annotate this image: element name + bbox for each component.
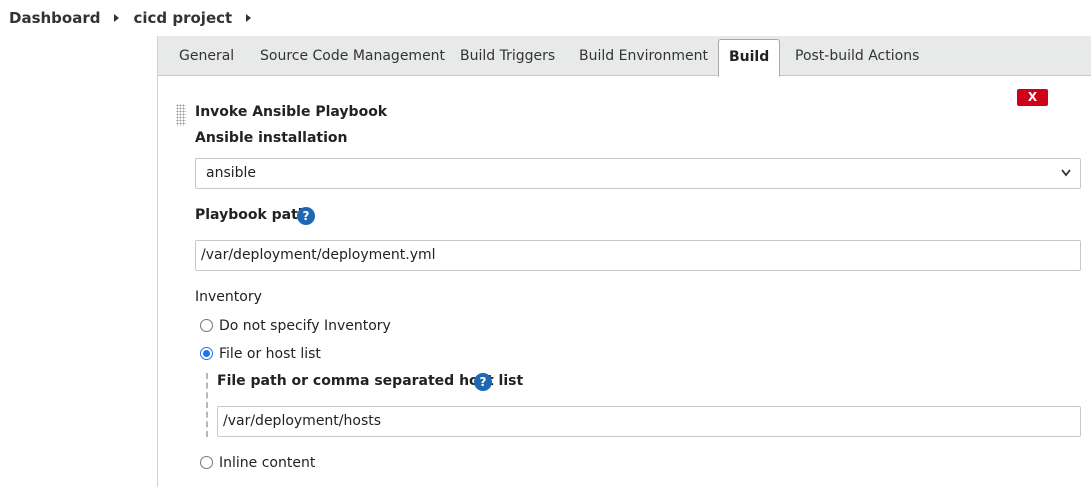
ansible-installation-select[interactable]: ansible xyxy=(195,158,1081,189)
breadcrumb-dashboard[interactable]: Dashboard xyxy=(9,9,100,27)
chevron-down-icon xyxy=(1061,169,1071,177)
radio-file-or-host-list[interactable] xyxy=(200,347,213,360)
drag-handle-icon[interactable] xyxy=(176,104,186,126)
playbook-path-label: Playbook path xyxy=(195,207,308,223)
left-pane xyxy=(0,36,157,487)
radio-inline-content[interactable] xyxy=(200,456,213,469)
ansible-installation-label: Ansible installation xyxy=(195,130,348,146)
breadcrumb-project[interactable]: cicd project xyxy=(133,9,232,27)
radio-no-inventory[interactable] xyxy=(200,319,213,332)
file-path-help-icon[interactable]: ? xyxy=(474,373,492,391)
breadcrumb-separator-icon[interactable] xyxy=(246,14,252,22)
tab-source-code-management[interactable]: Source Code Management xyxy=(260,36,445,76)
tab-build[interactable]: Build xyxy=(718,39,781,77)
config-tabbar: General Source Code Management Build Tri… xyxy=(158,36,1091,77)
nested-option-guide xyxy=(206,373,208,437)
inventory-label: Inventory xyxy=(195,289,262,305)
file-path-input[interactable]: /var/deployment/hosts xyxy=(217,406,1081,437)
config-main: General Source Code Management Build Tri… xyxy=(157,36,1091,487)
radio-file-or-host-list-label[interactable]: File or host list xyxy=(219,346,321,362)
breadcrumb-separator-icon[interactable] xyxy=(114,14,120,22)
tab-build-environment[interactable]: Build Environment xyxy=(579,36,708,76)
playbook-path-help-icon[interactable]: ? xyxy=(297,207,315,225)
tab-general[interactable]: General xyxy=(179,36,234,76)
delete-step-button[interactable]: X xyxy=(1017,89,1048,106)
ansible-installation-value: ansible xyxy=(206,165,257,181)
radio-no-inventory-label[interactable]: Do not specify Inventory xyxy=(219,318,391,334)
step-title: Invoke Ansible Playbook xyxy=(195,104,388,120)
playbook-path-input[interactable]: /var/deployment/deployment.yml xyxy=(195,240,1081,271)
tab-build-triggers[interactable]: Build Triggers xyxy=(460,36,555,76)
radio-inline-content-label[interactable]: Inline content xyxy=(219,455,315,471)
tab-post-build-actions[interactable]: Post-build Actions xyxy=(795,36,919,76)
breadcrumb: Dashboard cicd project xyxy=(0,0,1091,36)
ansible-build-step: X Invoke Ansible Playbook Ansible instal… xyxy=(168,89,1091,487)
